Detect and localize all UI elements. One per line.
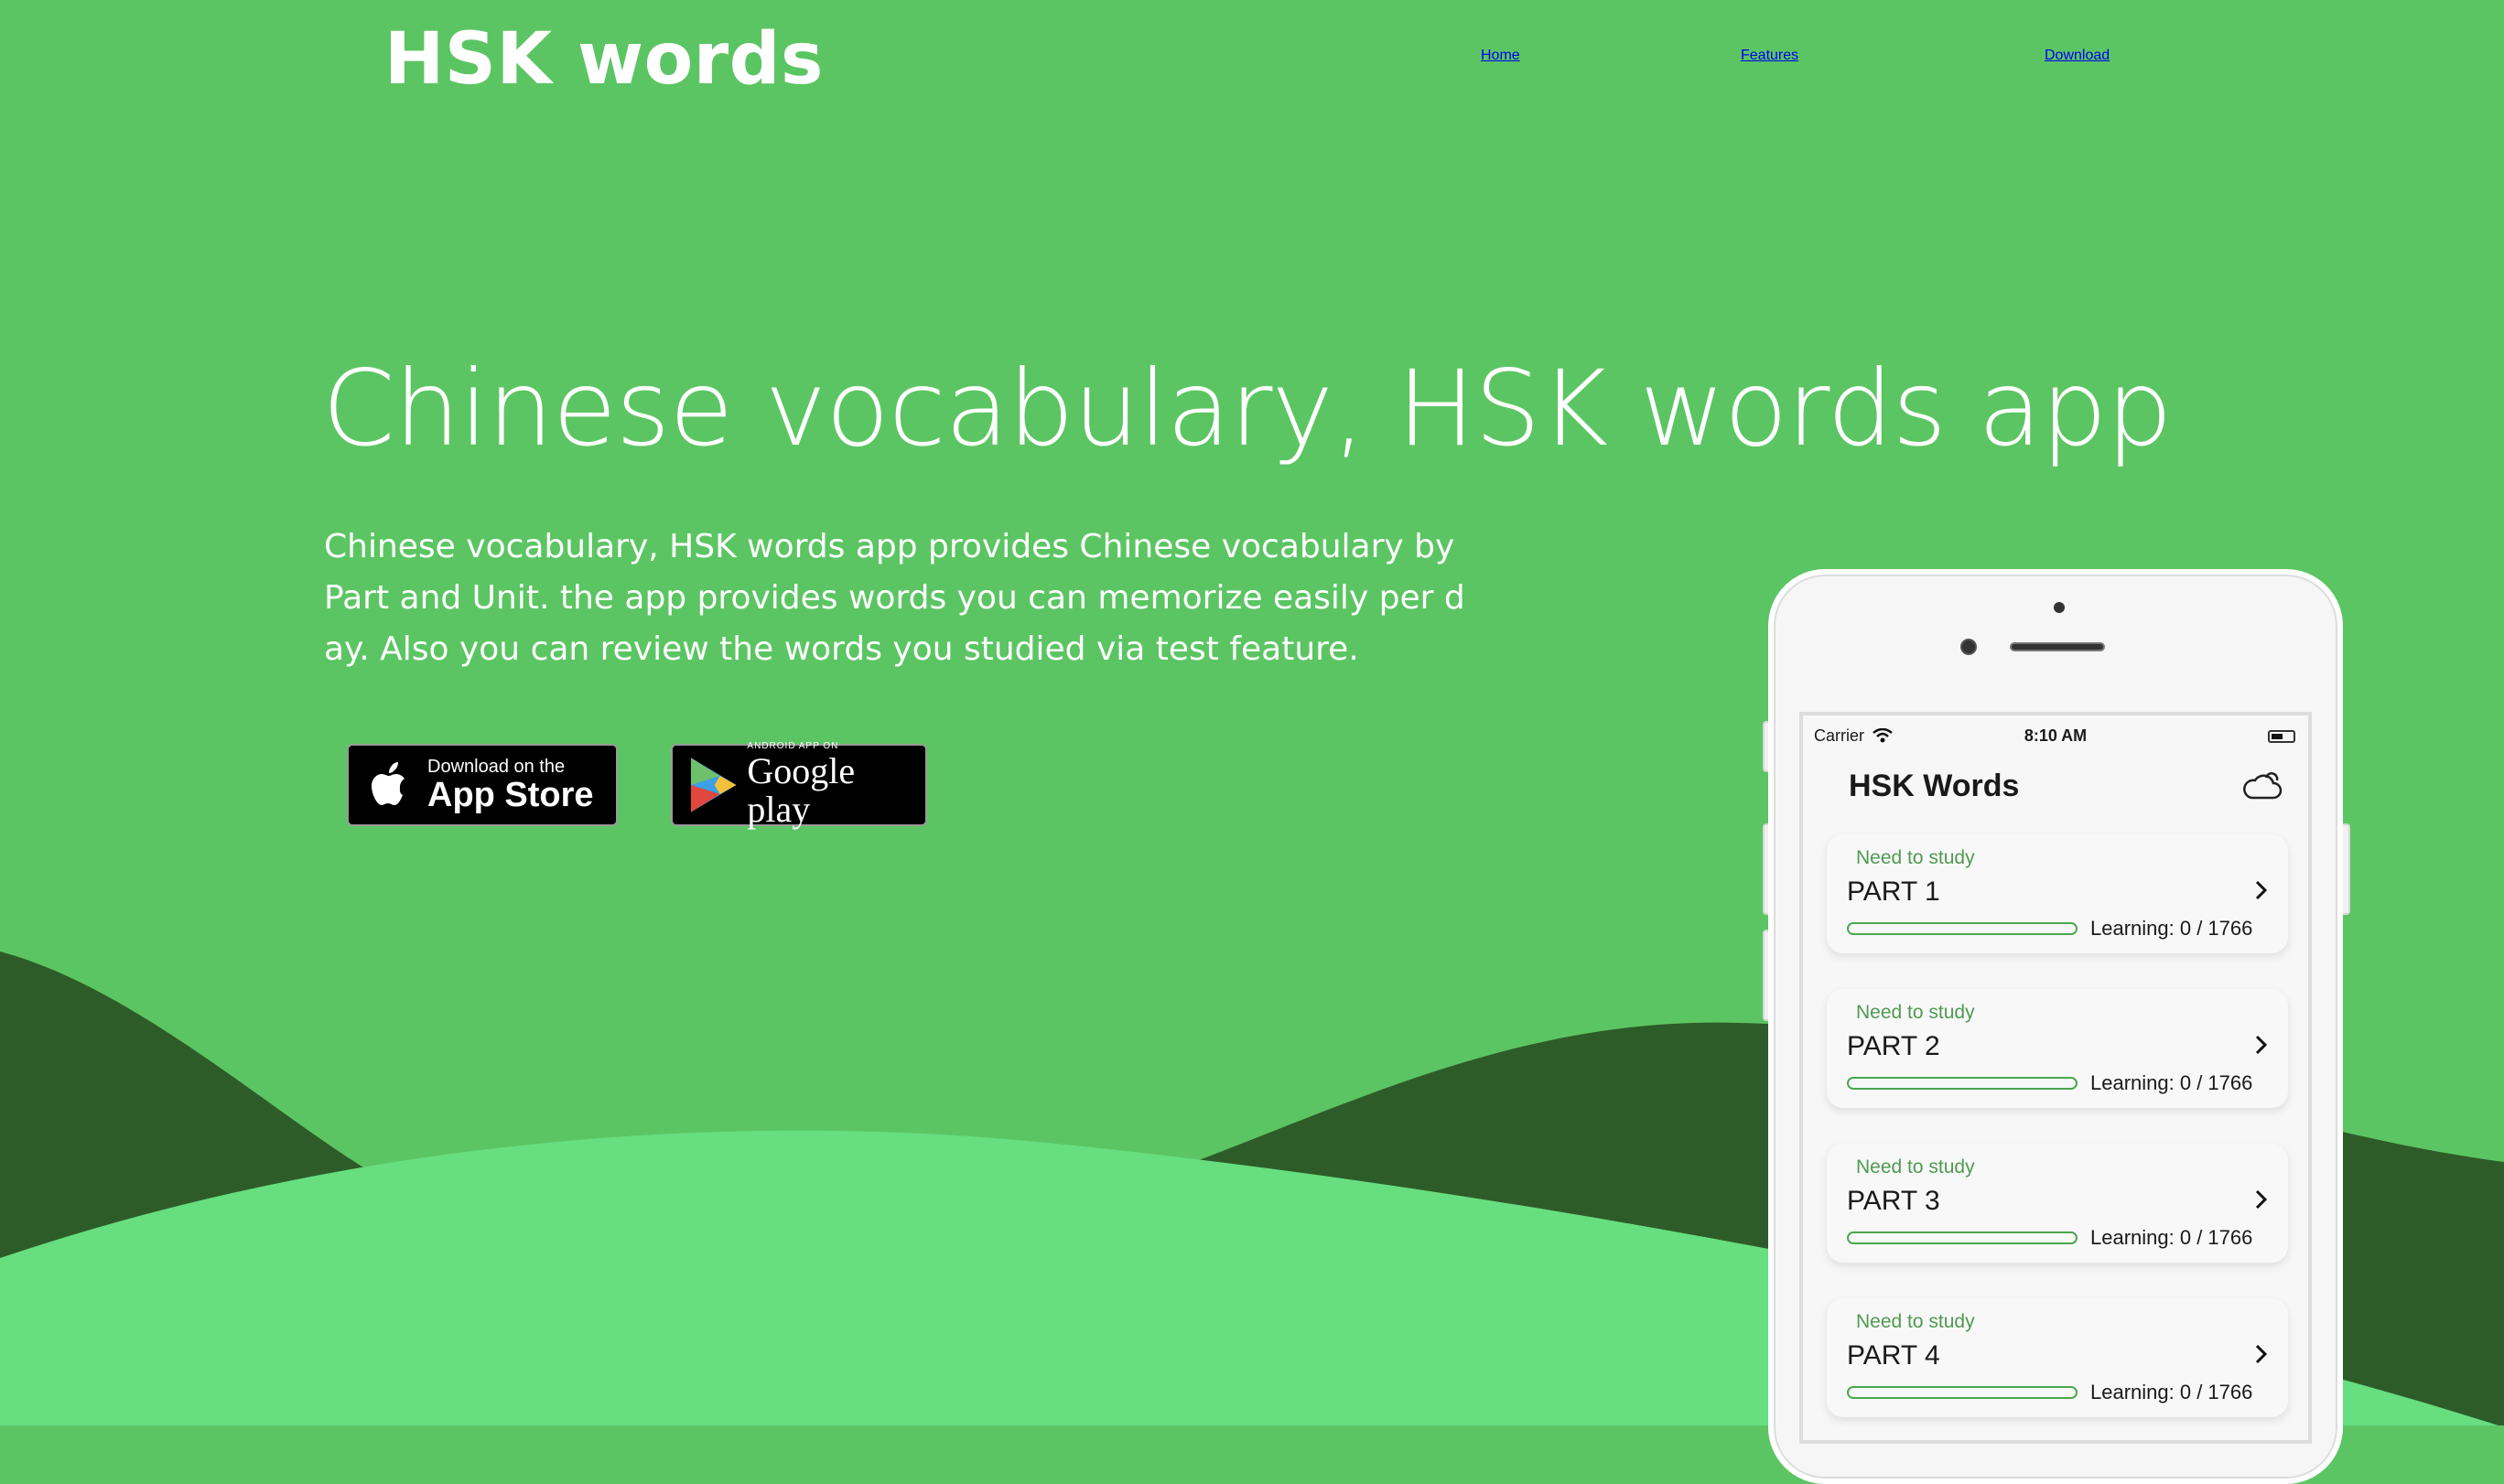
hero-title: Chinese vocabulary, HSK words app	[322, 348, 2173, 469]
app-store-small: Download on the	[427, 757, 566, 777]
app-store-badge[interactable]: Download on the App Store	[347, 744, 618, 826]
nav-download[interactable]: Download	[2045, 48, 2110, 64]
status-bar: Carrier 8:10 AM	[1803, 723, 2308, 748]
google-play-icon	[690, 758, 737, 812]
hero-description: Chinese vocabulary, HSK words app provid…	[324, 528, 1465, 668]
card-status: Need to study	[1856, 1156, 1975, 1178]
chevron-right-icon	[2255, 880, 2268, 900]
card-learning-count: Learning: 0 / 1766	[2090, 1381, 2253, 1403]
card-part-label: PART 3	[1847, 1186, 1940, 1216]
card-status: Need to study	[1856, 1002, 1975, 1023]
nav-home[interactable]: Home	[1481, 48, 1520, 64]
card-learning-count: Learning: 0 / 1766	[2090, 917, 2253, 940]
nav-features[interactable]: Features	[1741, 48, 1798, 64]
part-card-3[interactable]: Need to study PART 3 Learning: 0 / 1766	[1827, 1144, 2288, 1263]
google-play-badge[interactable]: ANDROID APP ON Google play	[671, 741, 927, 830]
phone-front-sensor	[1960, 639, 1977, 655]
card-status: Need to study	[1856, 1311, 1975, 1332]
brand-logo[interactable]: HSK words	[384, 18, 824, 101]
battery-icon	[2268, 730, 2295, 743]
card-part-label: PART 4	[1847, 1340, 1940, 1371]
part-card-4[interactable]: Need to study PART 4 Learning: 0 / 1766	[1827, 1298, 2288, 1417]
progress-bar	[1847, 1386, 2078, 1399]
phone-speaker	[2010, 642, 2105, 651]
card-learning-count: Learning: 0 / 1766	[2090, 1226, 2253, 1249]
part-card-1[interactable]: Need to study PART 1 Learning: 0 / 1766	[1827, 834, 2288, 953]
app-store-big: App Store	[427, 776, 594, 814]
card-part-label: PART 1	[1847, 876, 1940, 907]
progress-bar	[1847, 1077, 2078, 1090]
card-part-label: PART 2	[1847, 1031, 1940, 1061]
phone-screen: Carrier 8:10 AM HSK Words Need to study …	[1799, 712, 2312, 1444]
card-status: Need to study	[1856, 847, 1975, 868]
chevron-right-icon	[2255, 1189, 2268, 1210]
chevron-right-icon	[2255, 1035, 2268, 1055]
card-learning-count: Learning: 0 / 1766	[2090, 1071, 2253, 1094]
progress-bar	[1847, 1231, 2078, 1244]
cloud-icon[interactable]	[2242, 772, 2283, 801]
status-time: 8:10 AM	[2024, 726, 2088, 745]
apple-icon	[372, 762, 405, 805]
progress-bar	[1847, 922, 2078, 935]
chevron-right-icon	[2255, 1344, 2268, 1364]
phone-camera	[2054, 602, 2065, 613]
google-play-big: Google play	[747, 750, 856, 830]
part-card-2[interactable]: Need to study PART 2 Learning: 0 / 1766	[1827, 989, 2288, 1108]
app-title: HSK Words	[1849, 769, 2020, 803]
